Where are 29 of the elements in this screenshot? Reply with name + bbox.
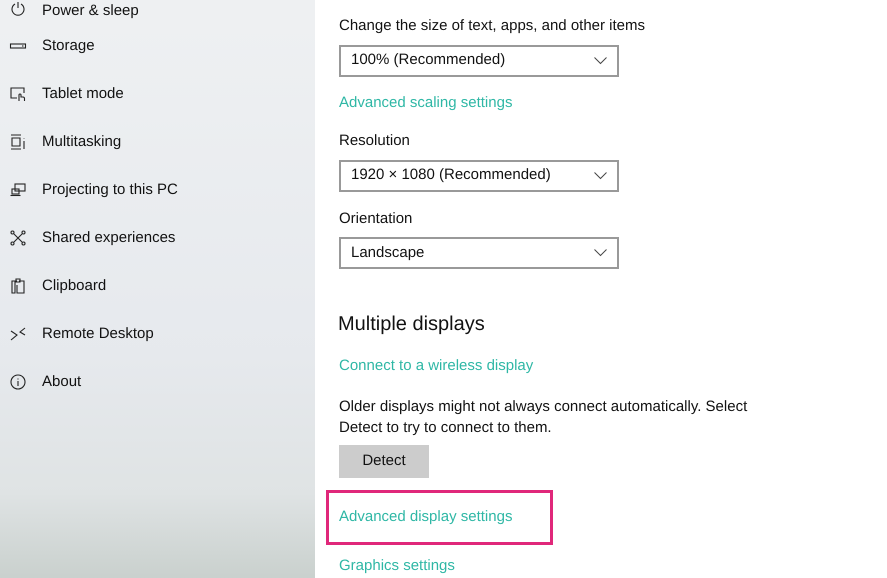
tablet-icon: [9, 85, 27, 103]
sidebar-item[interactable]: Clipboard: [0, 262, 315, 310]
clipboard-icon: [9, 277, 27, 295]
storage-icon: [9, 43, 27, 49]
detect-button[interactable]: Detect: [339, 444, 429, 478]
power-icon: [9, 0, 27, 18]
sidebar-item[interactable]: Shared experiences: [0, 214, 315, 262]
dropdown[interactable]: 1920 × 1080 (Recommended): [339, 160, 619, 192]
chevron-down-icon: [594, 249, 607, 257]
section-heading: Multiple displays: [338, 312, 485, 337]
setting-label: Resolution: [339, 131, 410, 151]
chevron-down-icon: [594, 56, 607, 64]
sidebar-item[interactable]: Power & sleep: [0, 0, 315, 22]
chevron-down-icon: [594, 172, 607, 180]
setting-label: Change the size of text, apps, and other items: [339, 16, 646, 36]
sidebar-item[interactable]: Tablet mode: [0, 70, 315, 118]
sidebar-item[interactable]: Storage: [0, 22, 315, 70]
dropdown[interactable]: Landscape: [339, 237, 619, 269]
sidebar-item[interactable]: Multitasking: [0, 118, 315, 166]
sidebar-item[interactable]: Projecting to this PC: [0, 166, 315, 214]
sidebar-item[interactable]: Remote Desktop: [0, 310, 315, 358]
info-icon: [9, 373, 27, 391]
description-text: Older displays might not always connect automatically. Select Detect to try to connect to them.: [339, 396, 748, 438]
multitasking-icon: [9, 133, 27, 151]
dropdown[interactable]: 100% (Recommended): [339, 44, 619, 76]
monitor-laptop-icon: [9, 181, 27, 199]
setting-label: Orientation: [339, 208, 412, 228]
sidebar-item[interactable]: About: [0, 358, 315, 406]
shared-nodes-icon: [9, 229, 27, 247]
